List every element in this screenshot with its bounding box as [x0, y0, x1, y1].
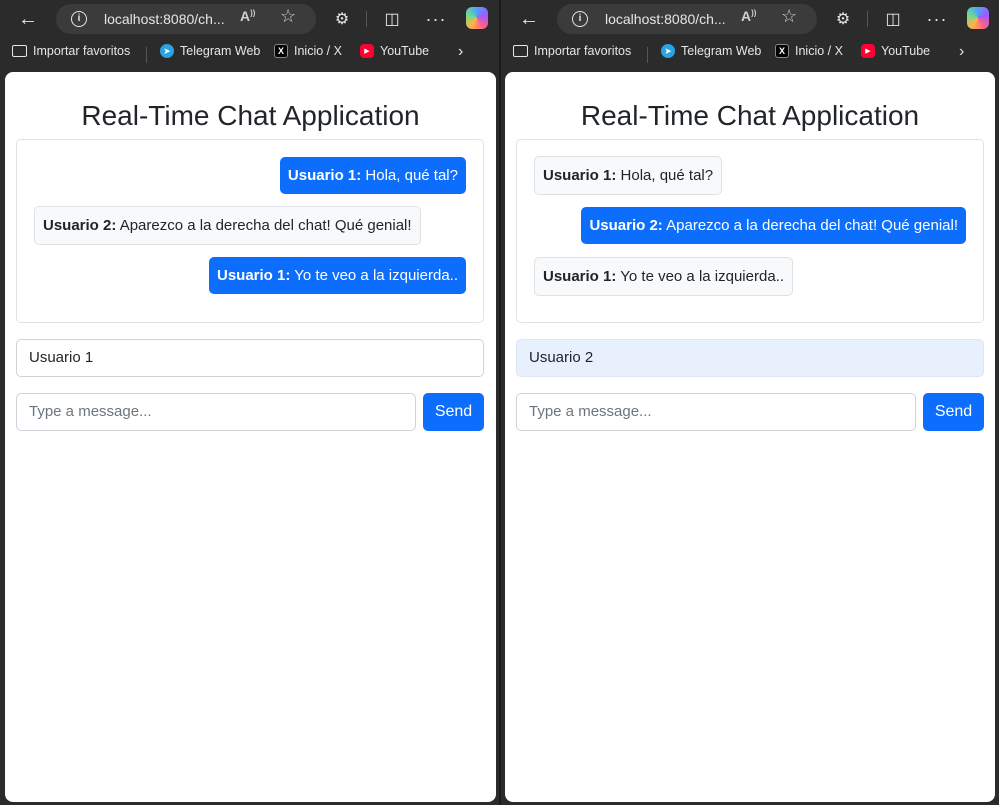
bookmark-import-favorites[interactable]: Importar favoritos — [513, 44, 631, 58]
split-screen-icon[interactable]: ◫ — [881, 7, 905, 31]
message-sender: Usuario 1: — [543, 167, 617, 184]
split-screen-icon[interactable]: ◫ — [380, 7, 404, 31]
back-arrow-icon[interactable]: ← — [16, 7, 40, 31]
bookmarks-bar: Importar favoritos ➤ Telegram Web X Inic… — [501, 38, 999, 68]
message-text: Aparezco a la derecha del chat! Qué geni… — [119, 217, 412, 234]
message-sender: Usuario 2: — [589, 217, 663, 234]
send-button[interactable]: Send — [923, 393, 984, 431]
favorite-star-icon[interactable]: ☆ — [781, 6, 797, 27]
bookmark-label: YouTube — [380, 44, 430, 58]
youtube-icon: ▶ — [360, 44, 374, 58]
toolbar-separator — [366, 11, 367, 27]
message-text: Hola, qué tal? — [365, 167, 458, 184]
bookmark-label: Importar favoritos — [534, 44, 632, 58]
info-icon[interactable]: i — [71, 11, 87, 27]
bookmark-youtube[interactable]: ▶ YouTube — [861, 44, 930, 58]
bookmark-separator — [647, 47, 648, 63]
username-input[interactable]: Usuario 2 — [516, 339, 984, 377]
copilot-icon[interactable] — [466, 7, 488, 29]
copilot-icon[interactable] — [967, 7, 989, 29]
telegram-icon: ➤ — [661, 44, 675, 58]
chat-page: Real-Time Chat Application Usuario 1: Ho… — [5, 72, 496, 802]
bookmark-separator — [146, 47, 147, 63]
telegram-icon: ➤ — [160, 44, 174, 58]
page-title: Real-Time Chat Application — [580, 100, 920, 131]
chat-message: Usuario 1: Hola, qué tal? — [279, 157, 466, 194]
bookmark-youtube[interactable]: ▶ YouTube — [360, 44, 429, 58]
message-sender: Usuario 1: — [217, 267, 291, 284]
bookmark-label: YouTube — [881, 44, 931, 58]
message-text: Yo te veo a la izquierda.. — [620, 268, 784, 285]
chevron-right-icon[interactable]: › — [959, 43, 964, 61]
folder-icon — [12, 45, 27, 57]
chat-messages-box: Usuario 1: Hola, qué tal? Usuario 2: Apa… — [516, 139, 984, 323]
browser-toolbar: ← i localhost:8080/ch... A)) ☆ ⚙ ◫ ··· — [501, 0, 999, 38]
send-button[interactable]: Send — [423, 393, 484, 431]
message-text: Hola, qué tal? — [620, 167, 714, 184]
read-aloud-icon[interactable]: A)) — [741, 8, 756, 24]
chat-page: Real-Time Chat Application Usuario 1: Ho… — [505, 72, 995, 802]
favorite-star-icon[interactable]: ☆ — [280, 6, 296, 27]
message-text: Yo te veo a la izquierda.. — [294, 267, 458, 284]
extensions-icon[interactable]: ⚙ — [831, 7, 855, 31]
chevron-right-icon[interactable]: › — [458, 43, 463, 61]
url-text: localhost:8080/ch... — [605, 11, 726, 27]
message-text: Aparezco a la derecha del chat! Qué geni… — [666, 217, 958, 234]
page-title: Real-Time Chat Application — [81, 100, 420, 131]
chat-message: Usuario 2: Aparezco a la derecha del cha… — [34, 206, 421, 245]
bookmarks-bar: Importar favoritos ➤ Telegram Web X Inic… — [0, 38, 499, 68]
address-bar[interactable]: i localhost:8080/ch... A)) ☆ — [56, 4, 316, 34]
message-sender: Usuario 1: — [287, 167, 362, 184]
back-arrow-icon[interactable]: ← — [517, 7, 541, 31]
message-sender: Usuario 1: — [543, 268, 617, 285]
browser-window-left: ← i localhost:8080/ch... A)) ☆ ⚙ ◫ ··· I… — [0, 0, 499, 805]
url-text: localhost:8080/ch... — [104, 11, 225, 27]
bookmark-label: Inicio / X — [795, 44, 843, 58]
address-bar[interactable]: i localhost:8080/ch... A)) ☆ — [557, 4, 817, 34]
bookmark-label: Inicio / X — [294, 44, 342, 58]
toolbar-separator — [867, 11, 868, 27]
bookmark-telegram[interactable]: ➤ Telegram Web — [661, 44, 761, 58]
chat-message: Usuario 1: Yo te veo a la izquierda.. — [209, 257, 466, 294]
more-options-icon[interactable]: ··· — [424, 7, 448, 31]
browser-window-right: ← i localhost:8080/ch... A)) ☆ ⚙ ◫ ··· I… — [501, 0, 999, 805]
username-input[interactable]: Usuario 1 — [16, 339, 484, 377]
chat-message: Usuario 1: Hola, qué tal? — [534, 156, 723, 195]
bookmark-label: Telegram Web — [180, 44, 261, 58]
bookmark-import-favorites[interactable]: Importar favoritos — [12, 44, 130, 58]
x-icon: X — [274, 44, 288, 58]
chat-message: Usuario 2: Aparezco a la derecha del cha… — [581, 207, 966, 244]
bookmark-x[interactable]: X Inicio / X — [775, 44, 843, 58]
extensions-icon[interactable]: ⚙ — [330, 7, 354, 31]
bookmark-label: Telegram Web — [681, 44, 762, 58]
read-aloud-icon[interactable]: A)) — [240, 8, 255, 24]
info-icon[interactable]: i — [572, 11, 588, 27]
message-input[interactable]: Type a message... — [16, 393, 416, 431]
youtube-icon: ▶ — [861, 44, 875, 58]
message-sender: Usuario 2: — [43, 217, 117, 234]
bookmark-telegram[interactable]: ➤ Telegram Web — [160, 44, 260, 58]
more-options-icon[interactable]: ··· — [925, 7, 949, 31]
browser-toolbar: ← i localhost:8080/ch... A)) ☆ ⚙ ◫ ··· — [0, 0, 499, 38]
chat-message: Usuario 1: Yo te veo a la izquierda.. — [534, 257, 793, 296]
x-icon: X — [775, 44, 789, 58]
bookmark-label: Importar favoritos — [33, 44, 131, 58]
chat-messages-box: Usuario 1: Hola, qué tal? Usuario 2: Apa… — [16, 139, 484, 323]
bookmark-x[interactable]: X Inicio / X — [274, 44, 342, 58]
message-input[interactable]: Type a message... — [516, 393, 916, 431]
folder-icon — [513, 45, 528, 57]
